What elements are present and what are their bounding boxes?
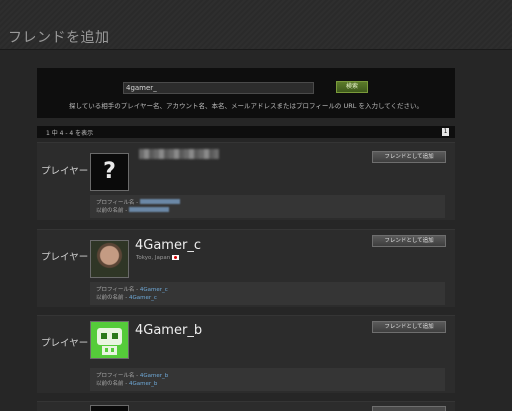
result-card: プレイヤー 4Gamer_b フレンドとして追加 プロフィール名 - 4Game… — [37, 315, 455, 393]
results-count: 1 中 4 - 4 を表示 — [46, 130, 94, 137]
player-type-label: プレイヤー — [41, 338, 89, 349]
player-location: Tokyo, Japan — [136, 255, 180, 261]
former-name-line: 以前の名前 - 4Gamer_c — [96, 293, 157, 301]
search-input[interactable] — [123, 82, 314, 94]
page-title: フレンドを追加 — [8, 30, 110, 46]
page-header: フレンドを追加 — [0, 0, 512, 50]
player-name[interactable]: 4Gamer_b — [135, 323, 202, 338]
add-friend-button[interactable]: フレンドとして追加 — [372, 235, 446, 247]
blurred-former-name — [128, 207, 169, 212]
add-friend-button[interactable]: フレンドとして追加 — [372, 151, 446, 163]
japan-flag-icon — [172, 255, 180, 260]
detail-box: プロフィール名 - 4Gamer_b 以前の名前 - 4Gamer_b — [90, 368, 445, 391]
search-hint: 探している相手のプレイヤー名、アカウント名、本名、メールアドレスまたはプロフィー… — [68, 102, 424, 110]
profile-name-line: プロフィール名 - 4Gamer_b — [96, 371, 168, 379]
player-type-label: プレイヤー — [41, 166, 89, 177]
player-type-label: プレイヤー — [41, 252, 89, 263]
former-name-link[interactable]: 4Gamer_b — [129, 381, 157, 387]
blurred-profile-name — [139, 199, 180, 204]
result-card-partial — [37, 401, 455, 411]
detail-box: プロフィール名 - 以前の名前 - — [90, 195, 445, 218]
results-bar: 1 中 4 - 4 を表示 1 — [37, 126, 455, 138]
question-mark-avatar[interactable]: ? — [90, 153, 129, 191]
former-name-link[interactable]: 4Gamer_c — [129, 295, 157, 301]
avatar[interactable] — [90, 405, 129, 411]
robot-icon — [91, 322, 128, 358]
search-button[interactable]: 検索 — [336, 81, 368, 93]
former-name-line: 以前の名前 - — [96, 206, 169, 214]
blurred-player-name[interactable] — [139, 149, 219, 159]
profile-name-line: プロフィール名 - 4Gamer_c — [96, 285, 168, 293]
add-friend-button[interactable]: フレンドとして追加 — [372, 321, 446, 333]
former-name-label: 以前の名前 - — [96, 381, 129, 387]
search-panel: 検索 探している相手のプレイヤー名、アカウント名、本名、メールアドレスまたはプロ… — [37, 68, 455, 118]
former-name-label: 以前の名前 - — [96, 295, 129, 301]
location-text: Tokyo, Japan — [136, 255, 171, 261]
green-robot-avatar[interactable] — [90, 321, 129, 359]
add-friend-button[interactable] — [372, 406, 446, 411]
page-number[interactable]: 1 — [442, 128, 449, 136]
former-name-label: 以前の名前 - — [96, 208, 129, 214]
profile-name-line: プロフィール名 - — [96, 198, 180, 206]
detail-box: プロフィール名 - 4Gamer_c 以前の名前 - 4Gamer_c — [90, 282, 445, 305]
result-card: プレイヤー ? フレンドとして追加 プロフィール名 - 以前の名前 - — [37, 142, 455, 220]
photo-avatar[interactable] — [90, 240, 129, 278]
player-name[interactable]: 4Gamer_c — [135, 238, 201, 253]
former-name-line: 以前の名前 - 4Gamer_b — [96, 379, 157, 387]
result-card: プレイヤー 4Gamer_c Tokyo, Japan フレンドとして追加 プロ… — [37, 229, 455, 307]
